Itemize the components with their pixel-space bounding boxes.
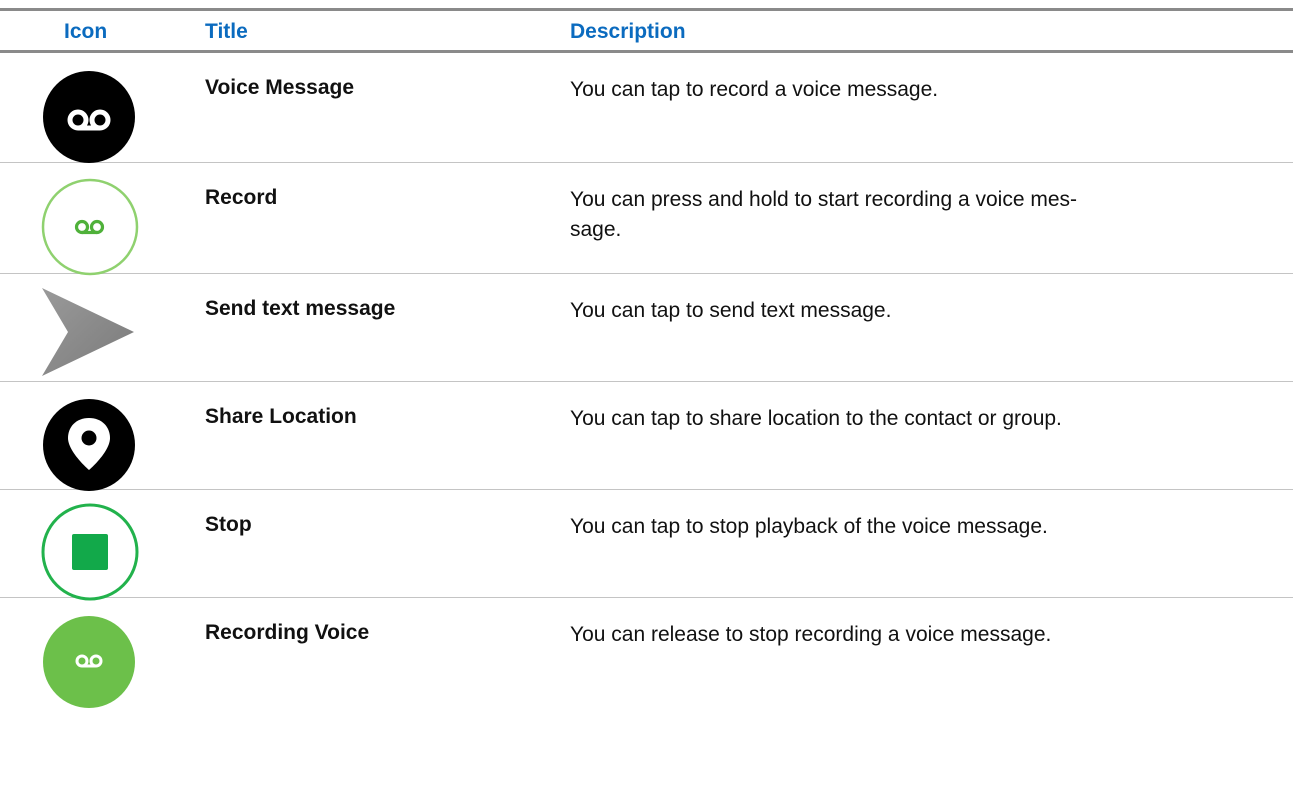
- row-description: You can tap to share location to the con…: [570, 407, 1062, 430]
- row-description: You can release to stop recording a voic…: [570, 623, 1052, 646]
- send-arrow-icon: [38, 282, 140, 384]
- icon-table: Icon Title Description Voice Message You…: [0, 8, 1293, 708]
- row-description: You can tap to record a voice message.: [570, 78, 939, 101]
- header-icon: Icon: [64, 20, 108, 43]
- table-row: Share Location You can tap to share loca…: [0, 382, 1293, 491]
- location-pin-black-circle-icon: [40, 396, 142, 498]
- row-description: You can tap to stop playback of the voic…: [570, 515, 1048, 538]
- voicemail-green-filled-circle-icon: [41, 614, 143, 716]
- table-row: Voice Message You can tap to record a vo…: [0, 53, 1293, 163]
- header-description: Description: [570, 20, 686, 43]
- row-title: Stop: [205, 513, 252, 536]
- table-row: Stop You can tap to stop playback of the…: [0, 490, 1293, 601]
- row-title: Recording Voice: [205, 621, 370, 644]
- row-title: Send text message: [205, 297, 396, 320]
- row-title: Voice Message: [205, 76, 355, 99]
- voicemail-black-circle-icon: [40, 68, 142, 170]
- table-row: Send text message You can tap to send te…: [0, 274, 1293, 382]
- row-description: You can tap to send text message.: [570, 299, 892, 322]
- header-title: Title: [205, 20, 248, 43]
- table-row: Recording Voice You can release to stop …: [0, 598, 1293, 708]
- voicemail-green-outline-circle-icon: [40, 177, 142, 279]
- stop-green-square-circle-icon: [40, 502, 142, 604]
- table-header-row: Icon Title Description: [0, 11, 1293, 53]
- row-title: Record: [205, 186, 278, 209]
- row-description: You can press and hold to start recordin…: [570, 188, 1078, 242]
- row-title: Share Location: [205, 405, 357, 428]
- table-row: Record You can press and hold to start r…: [0, 163, 1293, 276]
